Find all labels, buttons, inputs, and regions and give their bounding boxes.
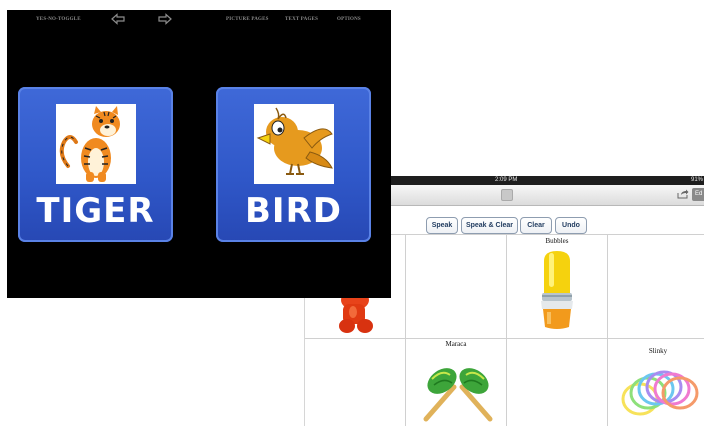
cell-label-bubbles: Bubbles xyxy=(545,237,569,245)
picture-pages-link[interactable]: PICTURE PAGES xyxy=(226,17,269,22)
cell-label-maraca: Maraca xyxy=(445,340,467,348)
speak-button[interactable]: Speak xyxy=(426,217,458,234)
tiger-icon xyxy=(59,106,120,182)
board-cell-slinky[interactable]: Slinky xyxy=(608,339,704,426)
board-thumbnail-icon[interactable] xyxy=(501,189,513,201)
word-card-tiger[interactable]: TIGER xyxy=(18,87,173,242)
word-card-screenshot: YES-NO-TOGGLE PICTURE PAGES TEXT PAGES O… xyxy=(7,10,391,298)
clear-button[interactable]: Clear xyxy=(520,217,552,234)
battery-level: 91% xyxy=(690,177,703,183)
card-word-bird: BIRD xyxy=(245,191,342,231)
right-arrow-icon[interactable] xyxy=(158,13,172,25)
options-link[interactable]: OPTIONS xyxy=(337,17,361,22)
bird-icon xyxy=(256,107,333,175)
board-cell-maraca[interactable]: Maraca xyxy=(406,339,506,426)
cell-label-slinky: Slinky xyxy=(648,347,668,355)
board-cell-empty[interactable] xyxy=(406,235,506,338)
menu-title[interactable]: YES-NO-TOGGLE xyxy=(36,17,81,22)
edit-button[interactable]: Ed xyxy=(692,188,704,201)
speak-and-clear-button[interactable]: Speak & Clear xyxy=(461,217,518,234)
card-picture-frame xyxy=(56,104,136,184)
word-card-bird[interactable]: BIRD xyxy=(216,87,371,242)
share-icon[interactable] xyxy=(677,189,689,199)
maraca-icon xyxy=(423,368,493,422)
board-cell-bubbles[interactable]: Bubbles xyxy=(507,235,607,338)
text-pages-link[interactable]: TEXT PAGES xyxy=(285,17,318,22)
card-picture-frame xyxy=(254,104,334,184)
status-time: 2:09 PM xyxy=(495,177,518,183)
board-cell-empty[interactable] xyxy=(507,339,607,426)
undo-button[interactable]: Undo xyxy=(555,217,587,234)
card-word-tiger: TIGER xyxy=(36,191,155,231)
slinky-icon xyxy=(621,370,699,416)
board-cell-empty[interactable] xyxy=(608,235,704,338)
left-arrow-icon[interactable] xyxy=(111,13,125,25)
board-cell-empty[interactable] xyxy=(305,339,405,426)
bubbles-icon xyxy=(541,251,573,329)
